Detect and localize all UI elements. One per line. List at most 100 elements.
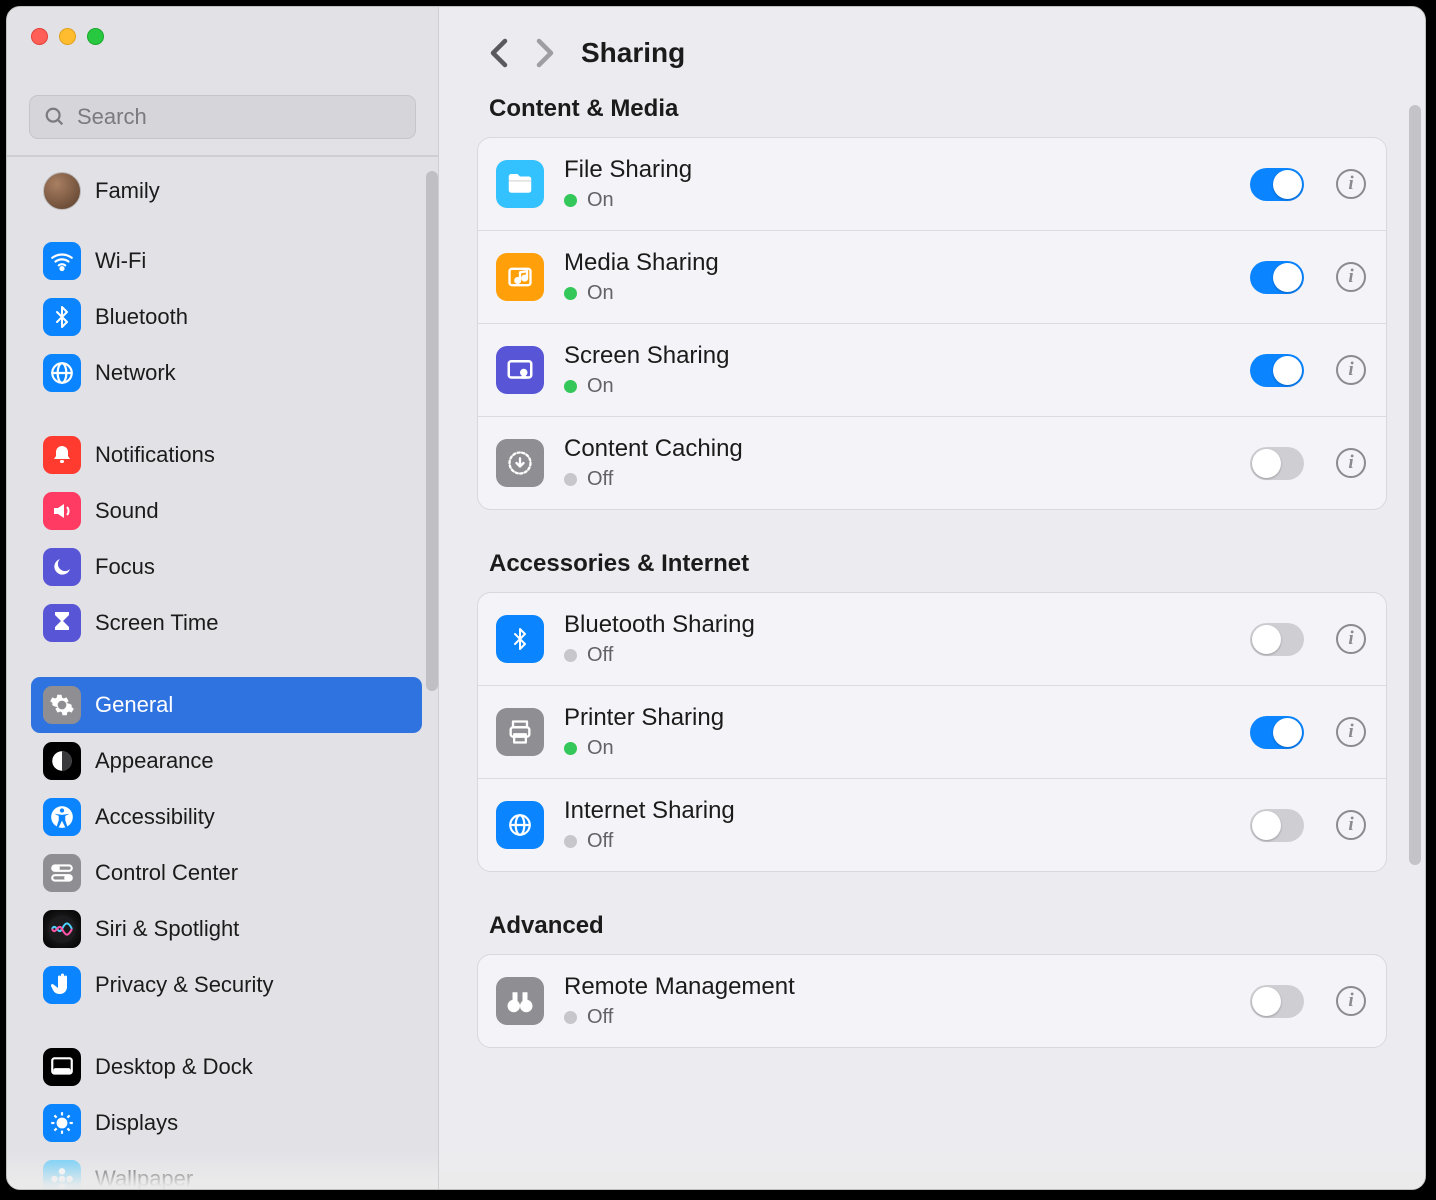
row-title: Media Sharing	[564, 249, 1230, 277]
window-controls	[7, 7, 438, 45]
content-scrollbar[interactable]	[1409, 105, 1421, 865]
section-title: Accessories & Internet	[489, 550, 1387, 578]
sidebar-item-controlcenter[interactable]: Control Center	[31, 845, 422, 901]
gear-icon	[43, 686, 81, 724]
search-field[interactable]	[29, 95, 416, 139]
sidebar-item-network[interactable]: Network	[31, 345, 422, 401]
toggle-file-sharing[interactable]	[1250, 168, 1304, 201]
appearance-icon	[43, 742, 81, 780]
section-title: Advanced	[489, 912, 1387, 940]
download-icon	[496, 439, 544, 487]
section-accessories-internet: Accessories & InternetBluetooth SharingO…	[477, 550, 1387, 872]
row-status: Off	[564, 468, 1230, 491]
printer-icon	[496, 708, 544, 756]
hand-icon	[43, 966, 81, 1004]
content-area: Sharing Content & MediaFile SharingOniMe…	[439, 7, 1425, 1189]
moon-icon	[43, 548, 81, 586]
sidebar-item-label: Focus	[95, 554, 155, 580]
row-internet-sharing: Internet SharingOff i	[478, 778, 1386, 871]
sidebar-item-label: Notifications	[95, 442, 215, 468]
sidebar-item-label: Control Center	[95, 860, 238, 886]
sidebar-item-label: General	[95, 692, 173, 718]
status-dot	[564, 194, 577, 207]
row-status: On	[564, 737, 1230, 760]
info-button-internet-sharing[interactable]: i	[1336, 810, 1366, 840]
toggle-screen-sharing[interactable]	[1250, 354, 1304, 387]
row-content-caching: Content Caching Off i	[478, 416, 1386, 509]
close-window-button[interactable]	[31, 28, 48, 45]
sidebar-item-notifications[interactable]: Notifications	[31, 427, 422, 483]
sidebar-item-appearance[interactable]: Appearance	[31, 733, 422, 789]
sidebar-scrollbar[interactable]	[426, 171, 438, 691]
search-icon	[44, 106, 66, 128]
info-button-bluetooth-sharing[interactable]: i	[1336, 624, 1366, 654]
search-input[interactable]	[77, 104, 401, 130]
globe-icon	[43, 354, 81, 392]
sidebar-item-displays[interactable]: Displays	[31, 1095, 422, 1151]
row-title: Screen Sharing	[564, 342, 1230, 370]
sidebar-item-label: Bluetooth	[95, 304, 188, 330]
status-label: On	[587, 375, 614, 398]
minimize-window-button[interactable]	[59, 28, 76, 45]
siri-icon	[43, 910, 81, 948]
status-dot	[564, 1011, 577, 1024]
row-title: Internet Sharing	[564, 797, 1230, 825]
sidebar-item-label: Siri & Spotlight	[95, 916, 239, 942]
back-button[interactable]	[489, 38, 509, 68]
media-icon	[496, 253, 544, 301]
info-button-remote-management[interactable]: i	[1336, 986, 1366, 1016]
toggle-remote-management[interactable]	[1250, 985, 1304, 1018]
info-button-file-sharing[interactable]: i	[1336, 169, 1366, 199]
hourglass-icon	[43, 604, 81, 642]
row-title: Content Caching	[564, 435, 1230, 463]
toggle-internet-sharing[interactable]	[1250, 809, 1304, 842]
card: Bluetooth SharingOffiPrinter SharingOniI…	[477, 592, 1387, 872]
toggle-printer-sharing[interactable]	[1250, 716, 1304, 749]
sidebar-item-label: Desktop & Dock	[95, 1054, 253, 1080]
status-label: Off	[587, 468, 613, 491]
titlebar: Sharing	[439, 7, 1425, 95]
row-text: Internet SharingOff	[564, 797, 1230, 853]
sidebar-item-label: Accessibility	[95, 804, 215, 830]
sidebar: Family Wi-Fi Bluetooth Network Notifications…	[7, 7, 439, 1189]
sidebar-item-general[interactable]: General	[31, 677, 422, 733]
row-text: Media Sharing On	[564, 249, 1230, 305]
zoom-window-button[interactable]	[87, 28, 104, 45]
sidebar-item-screentime[interactable]: Screen Time	[31, 595, 422, 651]
row-status: On	[564, 375, 1230, 398]
row-text: Printer SharingOn	[564, 704, 1230, 760]
sidebar-item-label: Sound	[95, 498, 159, 524]
sidebar-item-accessibility[interactable]: Accessibility	[31, 789, 422, 845]
sidebar-item-desktop[interactable]: Desktop & Dock	[31, 1039, 422, 1095]
sidebar-item-sound[interactable]: Sound	[31, 483, 422, 539]
info-button-content-caching[interactable]: i	[1336, 448, 1366, 478]
status-label: On	[587, 282, 614, 305]
sidebar-item-bluetooth[interactable]: Bluetooth	[31, 289, 422, 345]
toggle-bluetooth-sharing[interactable]	[1250, 623, 1304, 656]
sidebar-item-wallpaper[interactable]: Wallpaper	[31, 1151, 422, 1189]
page-title: Sharing	[581, 37, 685, 69]
info-button-media-sharing[interactable]: i	[1336, 262, 1366, 292]
sidebar-item-label: Privacy & Security	[95, 972, 274, 998]
row-bluetooth-sharing: Bluetooth SharingOffi	[478, 593, 1386, 685]
toggle-media-sharing[interactable]	[1250, 261, 1304, 294]
status-dot	[564, 473, 577, 486]
sidebar-item-wifi[interactable]: Wi-Fi	[31, 233, 422, 289]
row-status: Off	[564, 644, 1230, 667]
sidebar-item-label: Displays	[95, 1110, 178, 1136]
sidebar-item-focus[interactable]: Focus	[31, 539, 422, 595]
sidebar-item-label: Family	[95, 178, 160, 204]
info-button-printer-sharing[interactable]: i	[1336, 717, 1366, 747]
sidebar-item-family[interactable]: Family	[31, 163, 422, 219]
sidebar-item-privacy[interactable]: Privacy & Security	[31, 957, 422, 1013]
row-remote-management: Remote ManagementOffi	[478, 955, 1386, 1047]
bluetooth-icon	[43, 298, 81, 336]
card: Remote ManagementOffi	[477, 954, 1387, 1048]
info-button-screen-sharing[interactable]: i	[1336, 355, 1366, 385]
status-label: On	[587, 189, 614, 212]
toggle-content-caching[interactable]	[1250, 447, 1304, 480]
binoculars-icon	[496, 977, 544, 1025]
row-screen-sharing: Screen Sharing On i	[478, 323, 1386, 416]
bell-icon	[43, 436, 81, 474]
sidebar-item-siri[interactable]: Siri & Spotlight	[31, 901, 422, 957]
